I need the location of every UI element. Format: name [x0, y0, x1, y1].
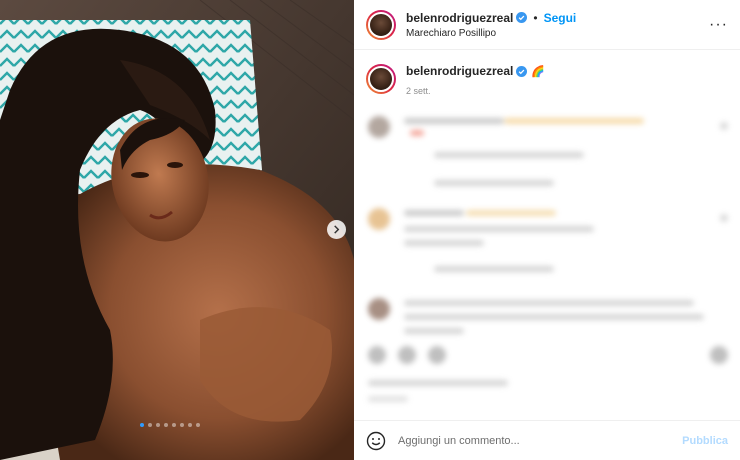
- location-link[interactable]: Marechiaro Posillipo: [406, 28, 576, 39]
- slide-dot: [140, 423, 144, 427]
- slide-dot: [148, 423, 152, 427]
- avatar[interactable]: [366, 9, 396, 40]
- separator-dot: •: [533, 10, 538, 25]
- blurred-comments-area: [354, 108, 740, 408]
- post-media[interactable]: [0, 0, 354, 460]
- post-timestamp[interactable]: 2 sett.: [406, 86, 545, 96]
- caption-username-link[interactable]: belenrodriguezreal: [406, 64, 513, 78]
- instagram-post-modal: belenrodriguezreal • Segui Marechiaro Po…: [0, 0, 740, 460]
- publish-button[interactable]: Pubblica: [682, 435, 728, 447]
- follow-button[interactable]: Segui: [544, 11, 577, 25]
- caption-avatar[interactable]: [366, 64, 396, 94]
- slide-dot: [196, 423, 200, 427]
- post-header: belenrodriguezreal • Segui Marechiaro Po…: [354, 0, 740, 50]
- slide-dot: [180, 423, 184, 427]
- slide-dot: [188, 423, 192, 427]
- emoji-picker-icon[interactable]: [366, 431, 386, 451]
- username-link[interactable]: belenrodriguezreal: [406, 11, 513, 25]
- verified-badge-icon: [516, 65, 528, 77]
- comment-form: Pubblica: [354, 420, 740, 460]
- verified-badge-icon: [516, 12, 528, 23]
- post-photo: [0, 0, 354, 460]
- post-side-panel: belenrodriguezreal • Segui Marechiaro Po…: [354, 0, 740, 460]
- comment-input[interactable]: [398, 434, 683, 447]
- chevron-right-icon: [334, 225, 340, 234]
- more-options-icon[interactable]: ···: [709, 16, 728, 34]
- slide-dot: [164, 423, 168, 427]
- post-caption: belenrodriguezreal 🌈 2 sett.: [354, 50, 740, 96]
- next-slide-button[interactable]: [327, 220, 346, 239]
- slide-indicator: [140, 423, 200, 427]
- caption-emoji: 🌈: [531, 65, 546, 78]
- slide-dot: [172, 423, 176, 427]
- slide-dot: [156, 423, 160, 427]
